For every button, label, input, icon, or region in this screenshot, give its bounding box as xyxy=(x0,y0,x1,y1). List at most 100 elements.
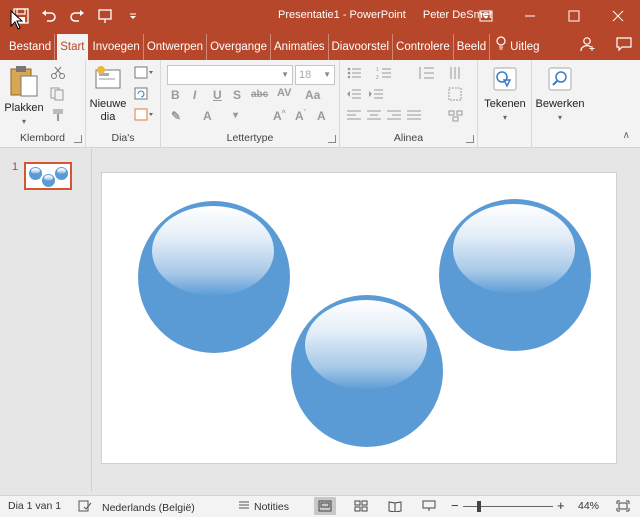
zoom-level[interactable]: 44% xyxy=(578,500,599,512)
spelling-check-icon xyxy=(78,500,92,515)
tab-diavoorstelling[interactable]: Diavoorstel xyxy=(329,34,394,60)
sphere-shape-left[interactable] xyxy=(138,201,290,353)
lightbulb-icon xyxy=(496,34,506,60)
slide-counter[interactable]: Dia 1 van 1 xyxy=(8,500,61,512)
clear-formatting-icon[interactable]: A xyxy=(317,109,326,123)
font-size-combo[interactable]: 18 ▼ xyxy=(295,65,335,85)
slide-thumbnail-pane: 1 xyxy=(0,149,92,491)
ribbon-display-icon[interactable] xyxy=(464,0,508,32)
comments-icon[interactable] xyxy=(616,36,632,55)
justify-icon[interactable] xyxy=(406,109,422,123)
tab-start[interactable]: Start xyxy=(57,34,88,60)
increase-indent-icon[interactable] xyxy=(368,87,384,101)
font-name-combo[interactable]: ▼ xyxy=(167,65,293,85)
paste-icon xyxy=(10,66,38,97)
fit-to-window-icon[interactable] xyxy=(612,497,634,515)
sphere-shape-middle[interactable] xyxy=(291,295,443,447)
format-painter-icon[interactable] xyxy=(50,108,66,122)
grow-font-icon[interactable]: A^ xyxy=(273,109,286,123)
copy-icon[interactable] xyxy=(50,87,66,101)
character-spacing-icon[interactable]: AV xyxy=(277,87,291,99)
shrink-font-icon[interactable]: Aˇ xyxy=(295,109,306,123)
slideshow-view-icon[interactable] xyxy=(418,497,440,515)
tab-beeld[interactable]: Beeld xyxy=(454,34,491,60)
reset-slide-icon[interactable] xyxy=(134,87,150,101)
font-size-dropdown-icon[interactable]: ▼ xyxy=(323,66,331,84)
tab-overgangen[interactable]: Overgange xyxy=(207,34,271,60)
language-indicator[interactable]: Nederlands (België) xyxy=(78,500,195,515)
underline-icon[interactable]: U xyxy=(213,88,222,102)
strikethrough-icon[interactable]: S xyxy=(233,88,241,102)
align-left-icon[interactable] xyxy=(346,109,362,123)
tab-ontwerpen[interactable]: Ontwerpen xyxy=(144,34,208,60)
tell-me-label: Uitleg xyxy=(510,41,540,53)
align-text-icon[interactable] xyxy=(448,87,464,101)
title-bar: Presentatie1 - PowerPoint Peter DeSmet xyxy=(0,0,640,32)
tab-invoegen[interactable]: Invoegen xyxy=(90,34,144,60)
font-name-dropdown-icon[interactable]: ▼ xyxy=(281,66,289,84)
drawing-button[interactable]: Tekenen ▾ xyxy=(482,66,528,124)
reading-view-icon[interactable] xyxy=(384,497,406,515)
zoom-in-icon[interactable]: + xyxy=(557,498,565,513)
paste-label: Plakken xyxy=(4,102,44,114)
bullets-icon[interactable] xyxy=(346,66,362,80)
text-highlight-icon[interactable]: ✎ xyxy=(171,109,181,123)
mouse-cursor-icon xyxy=(10,9,24,33)
editing-group: Bewerken ▾ xyxy=(532,60,588,148)
tab-animaties[interactable]: Animaties xyxy=(271,34,329,60)
shadow-text-icon[interactable]: abc xyxy=(251,89,268,100)
font-size-value: 18 xyxy=(299,69,312,81)
italic-icon[interactable]: I xyxy=(193,88,196,102)
svg-text:2: 2 xyxy=(376,75,379,80)
font-color-icon[interactable]: A xyxy=(203,109,212,123)
slide-editing-area xyxy=(93,149,640,491)
paragraph-group: 12 Alinea xyxy=(340,60,478,148)
drawing-label: Tekenen xyxy=(484,98,526,110)
clipboard-launcher-icon[interactable] xyxy=(74,135,82,143)
tab-controleren[interactable]: Controlere xyxy=(393,34,454,60)
zoom-slider-thumb[interactable] xyxy=(477,501,481,512)
zoom-out-icon[interactable]: − xyxy=(451,498,459,513)
tell-me-box[interactable]: Uitleg xyxy=(490,34,542,60)
align-right-icon[interactable] xyxy=(386,109,402,123)
share-icon[interactable] xyxy=(580,36,596,55)
maximize-icon[interactable] xyxy=(552,0,596,32)
find-icon xyxy=(548,67,572,91)
align-center-icon[interactable] xyxy=(366,109,382,123)
font-launcher-icon[interactable] xyxy=(328,135,336,143)
paste-button[interactable]: Plakken ▾ xyxy=(4,64,44,128)
editing-button[interactable]: Bewerken ▾ xyxy=(534,66,586,124)
minimize-icon[interactable] xyxy=(508,0,552,32)
cut-icon[interactable] xyxy=(50,66,66,80)
language-label: Nederlands (België) xyxy=(102,501,195,514)
font-color-dropdown-icon[interactable]: ▾ xyxy=(233,110,238,121)
new-slide-button[interactable]: Nieuwe dia xyxy=(88,66,128,124)
layout-icon[interactable] xyxy=(134,66,153,80)
notes-label: Notities xyxy=(254,500,290,513)
thumb-sphere-left xyxy=(29,167,42,180)
numbering-icon[interactable]: 12 xyxy=(376,66,392,81)
clipboard-group: Plakken ▾ Klembord xyxy=(0,60,86,148)
notes-icon xyxy=(238,500,250,513)
slide-canvas[interactable] xyxy=(101,172,617,464)
line-spacing-icon[interactable] xyxy=(418,66,434,80)
bold-icon[interactable]: B xyxy=(171,88,180,102)
font-group-label: Lettertype xyxy=(226,132,274,144)
section-icon[interactable] xyxy=(134,108,153,122)
slide-sorter-view-icon[interactable] xyxy=(350,497,372,515)
sphere-shape-right[interactable] xyxy=(439,199,591,351)
text-direction-icon[interactable] xyxy=(448,66,464,80)
window-controls xyxy=(464,0,640,32)
clipboard-group-label: Klembord xyxy=(20,132,65,144)
tab-bestand[interactable]: Bestand xyxy=(0,34,56,60)
decrease-indent-icon[interactable] xyxy=(346,87,362,101)
paragraph-launcher-icon[interactable] xyxy=(466,135,474,143)
notes-button[interactable]: Notities xyxy=(238,500,289,513)
paragraph-group-label: Alinea xyxy=(393,132,424,144)
collapse-ribbon-icon[interactable]: ∧ xyxy=(623,130,630,141)
smartart-icon[interactable] xyxy=(448,109,464,123)
normal-view-icon[interactable] xyxy=(314,497,336,515)
slide-thumbnail[interactable] xyxy=(24,162,72,190)
change-case-icon[interactable]: Aa xyxy=(305,88,320,102)
close-icon[interactable] xyxy=(596,0,640,32)
